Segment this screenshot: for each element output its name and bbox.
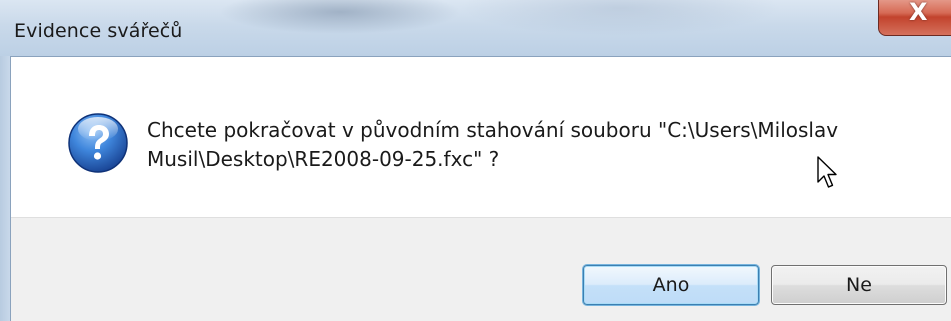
close-button[interactable]: X: [878, 0, 951, 36]
window-frame-left: [0, 56, 10, 321]
question-icon: [68, 113, 128, 173]
dialog-window: Evidence svářečů X Chcete pokračovat v p…: [0, 0, 951, 321]
window-title: Evidence svářečů: [14, 20, 183, 42]
button-bar: Ano Ne: [11, 217, 951, 321]
no-button[interactable]: Ne: [771, 265, 947, 305]
yes-button[interactable]: Ano: [583, 265, 759, 305]
title-bar[interactable]: Evidence svářečů X: [0, 0, 951, 56]
message-area: Chcete pokračovat v původním stahování s…: [11, 57, 951, 217]
dialog-content: Chcete pokračovat v původním stahování s…: [10, 56, 951, 321]
mouse-pointer-icon: [817, 156, 837, 188]
close-icon: X: [909, 0, 928, 26]
